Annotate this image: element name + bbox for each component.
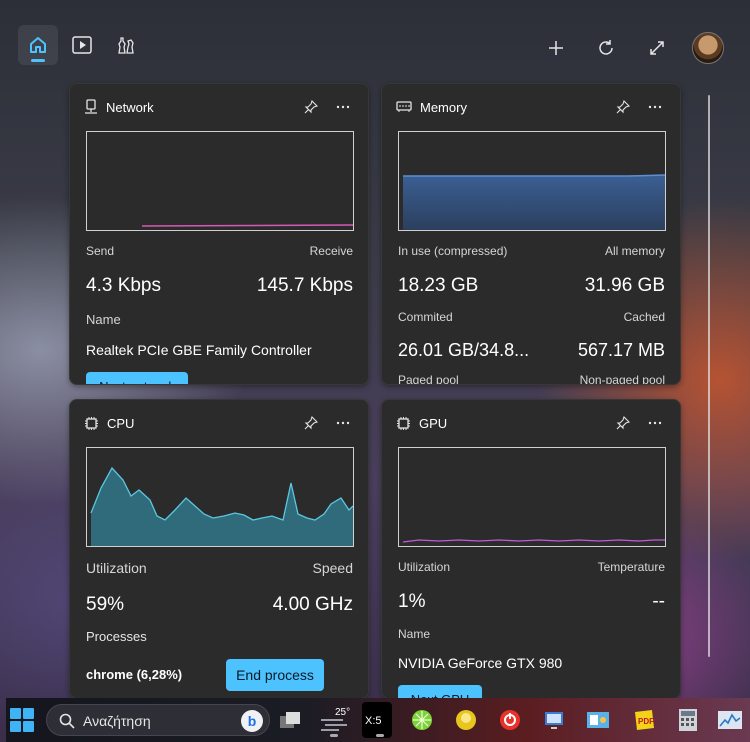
- performance-monitor-icon[interactable]: [712, 702, 748, 738]
- cpu-graph: [86, 447, 354, 547]
- scrollbar[interactable]: [708, 95, 710, 657]
- processes-label: Processes: [86, 629, 147, 644]
- svg-text:PDF: PDF: [638, 717, 654, 726]
- search-placeholder: Αναζήτηση: [83, 713, 151, 729]
- gpu-widget: GPU Utilization Temperature 1% -- Name N…: [381, 399, 681, 699]
- paged-pool-label: Paged pool: [398, 373, 459, 385]
- add-widget-button[interactable]: [536, 28, 576, 68]
- more-options-icon[interactable]: [332, 96, 354, 118]
- play-icon: [72, 36, 92, 54]
- xfs-label: X:5: [365, 715, 382, 727]
- calculator-icon[interactable]: [670, 702, 706, 738]
- network-line: [141, 224, 354, 227]
- refresh-icon: [599, 40, 613, 55]
- power-app-icon[interactable]: [492, 702, 528, 738]
- non-paged-pool-label: Non-paged pool: [579, 373, 665, 385]
- committed-label: Commited: [398, 310, 453, 324]
- gpu-name-label: Name: [398, 627, 431, 641]
- temperature-value: --: [652, 591, 665, 612]
- xfs-app-icon[interactable]: X:5: [362, 702, 392, 738]
- gpu-utilization-value: 1%: [398, 591, 426, 612]
- pin-icon[interactable]: [300, 96, 322, 118]
- media-tab[interactable]: [62, 25, 102, 65]
- receive-value: 145.7 Kbps: [256, 275, 353, 296]
- memory-widget: Memory In use (compressed) All memory 18…: [381, 83, 681, 385]
- games-tab[interactable]: [106, 25, 146, 65]
- send-value: 4.3 Kbps: [86, 275, 161, 296]
- taskbar-search[interactable]: Αναζήτηση b: [46, 704, 270, 736]
- refresh-button[interactable]: [586, 28, 626, 68]
- start-button[interactable]: [10, 708, 34, 732]
- committed-value: 26.01 GB/34.8...: [398, 340, 530, 360]
- expand-icon: [650, 41, 664, 55]
- receive-label: Receive: [309, 244, 353, 258]
- all-memory-value: 31.96 GB: [584, 275, 665, 296]
- chess-icon: [118, 37, 134, 54]
- cpu-title: CPU: [107, 415, 135, 431]
- weather-temp: 25°: [335, 707, 350, 718]
- next-network-button[interactable]: Next network: [86, 372, 188, 384]
- weather-widget-icon[interactable]: 25°: [316, 702, 358, 738]
- gpu-name: NVIDIA GeForce GTX 980: [398, 655, 563, 671]
- speed-value: 4.00 GHz: [272, 594, 353, 615]
- network-icon: [85, 99, 97, 114]
- remote-desktop-icon[interactable]: [536, 702, 572, 738]
- next-gpu-button[interactable]: Next GPU: [398, 685, 482, 698]
- cached-value: 567.17 MB: [577, 340, 665, 360]
- widgets-top-bar: [0, 0, 750, 84]
- taskbar: Αναζήτηση b 25° X:5 PDF: [6, 698, 750, 742]
- pin-icon[interactable]: [612, 96, 634, 118]
- gpu-graph: [398, 447, 666, 547]
- cached-label: Cached: [623, 310, 665, 324]
- gpu-utilization-label: Utilization: [398, 560, 451, 574]
- task-view-icon[interactable]: [272, 702, 308, 738]
- home-tab[interactable]: [18, 25, 58, 65]
- utilization-value: 59%: [86, 594, 125, 615]
- memory-title: Memory: [420, 99, 467, 115]
- network-widget: Network Send Receive 4.3 Kbps 145.7 Kbps…: [69, 83, 369, 385]
- network-graph: [86, 131, 354, 231]
- send-label: Send: [86, 244, 115, 258]
- name-label: Name: [86, 312, 121, 327]
- end-process-button[interactable]: End process: [226, 659, 324, 691]
- memory-graph: [398, 131, 666, 231]
- add-icon: [549, 41, 563, 55]
- gpu-icon: [397, 416, 410, 430]
- pin-icon[interactable]: [300, 412, 322, 434]
- bing-icon[interactable]: b: [241, 710, 263, 732]
- pin-icon[interactable]: [612, 412, 634, 434]
- expand-button[interactable]: [637, 28, 677, 68]
- more-options-icon[interactable]: [644, 96, 666, 118]
- cpu-area: [90, 466, 354, 546]
- in-use-value: 18.23 GB: [398, 275, 479, 296]
- cpu-icon: [85, 416, 98, 430]
- gpu-line: [402, 539, 665, 543]
- memory-icon: [396, 101, 412, 112]
- in-use-label: In use (compressed): [398, 244, 508, 258]
- adapter-name: Realtek PCIe GBE Family Controller: [86, 342, 312, 358]
- cpu-widget: CPU Utilization Speed 59% 4.00 GHz Proce…: [69, 399, 369, 699]
- home-icon: [30, 37, 46, 53]
- temperature-label: Temperature: [597, 560, 665, 574]
- all-memory-label: All memory: [604, 244, 665, 258]
- speed-label: Speed: [312, 560, 353, 576]
- network-title: Network: [106, 99, 154, 115]
- pdf-app-icon[interactable]: PDF: [626, 702, 662, 738]
- lime-app-icon[interactable]: [404, 702, 440, 738]
- memory-area: [403, 174, 666, 230]
- yellow-app-icon[interactable]: [448, 702, 484, 738]
- more-options-icon[interactable]: [644, 412, 666, 434]
- control-panel-icon[interactable]: [580, 702, 616, 738]
- more-options-icon[interactable]: [332, 412, 354, 434]
- user-avatar[interactable]: [692, 32, 724, 64]
- top-process: chrome (6,28%): [86, 667, 183, 682]
- search-icon: [59, 713, 75, 729]
- gpu-title: GPU: [419, 415, 448, 431]
- utilization-label: Utilization: [86, 560, 147, 576]
